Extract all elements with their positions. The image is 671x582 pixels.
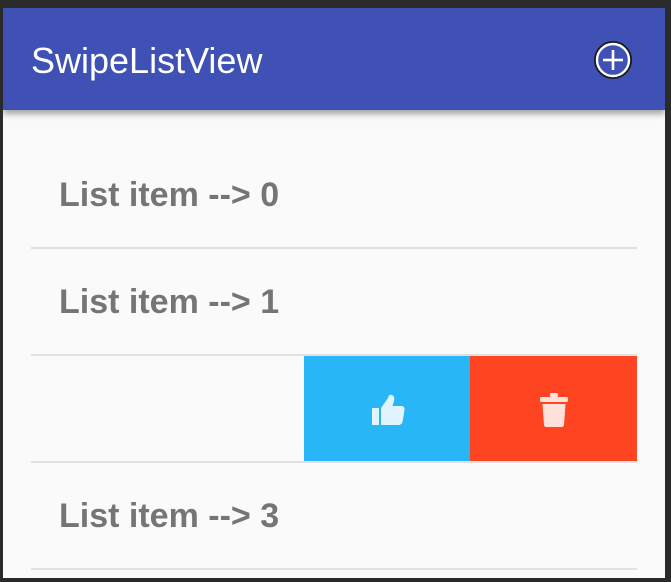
list-item[interactable]: List item --> 1 [31,249,637,356]
trash-icon [539,392,568,427]
app-bar: SwipeListView [3,8,665,110]
add-circle-icon [594,41,632,79]
list-item-label: List item --> 1 [59,283,280,321]
divider [31,568,637,570]
list-item-label: List item --> 0 [59,176,280,214]
screen: SwipeListView List item --> 0 List item … [3,8,665,578]
thumbs-up-icon [371,394,405,425]
list-item[interactable]: List item --> 3 [31,463,637,570]
delete-action-button[interactable] [470,356,637,463]
swipe-list: List item --> 0 List item --> 1 List ite… [31,110,637,570]
list-item-label: List item --> 3 [59,497,280,535]
list-item-swiped[interactable] [31,356,637,463]
like-action-button[interactable] [304,356,471,463]
app-title: SwipeListView [31,40,263,81]
add-button[interactable] [593,40,633,80]
list-item[interactable]: List item --> 0 [31,110,637,249]
